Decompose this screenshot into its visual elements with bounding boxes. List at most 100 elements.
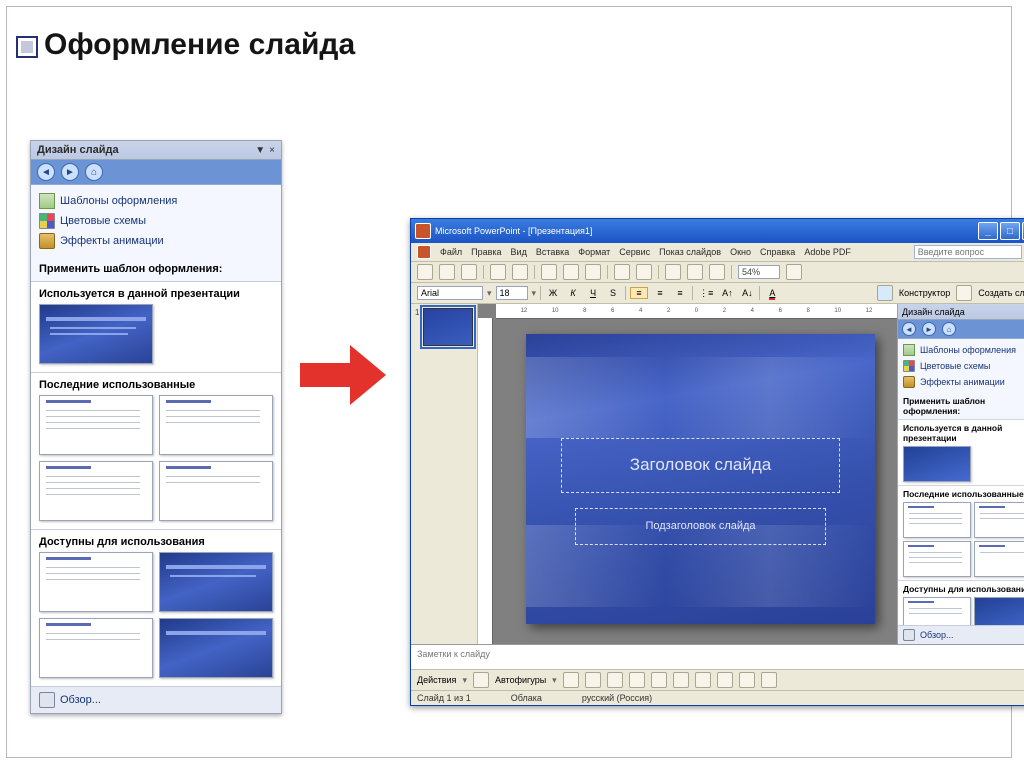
menu-insert[interactable]: Вставка [536, 247, 569, 257]
redo-icon[interactable] [636, 264, 652, 280]
align-right-button[interactable]: ≡ [672, 288, 688, 298]
template-thumb[interactable] [974, 597, 1024, 625]
template-thumb[interactable] [159, 618, 273, 678]
save-icon[interactable] [461, 264, 477, 280]
select-icon[interactable] [473, 672, 489, 688]
increase-font-button[interactable]: A↑ [719, 288, 735, 298]
menu-format[interactable]: Формат [578, 247, 610, 257]
minimize-button[interactable]: _ [978, 222, 998, 240]
align-left-button[interactable]: ≡ [630, 287, 648, 299]
help-search-input[interactable] [914, 245, 1022, 259]
undo-icon[interactable] [614, 264, 630, 280]
bold-button[interactable]: Ж [545, 288, 561, 298]
menu-edit[interactable]: Правка [471, 247, 501, 257]
decrease-font-button[interactable]: A↓ [739, 288, 755, 298]
link-colors[interactable]: Цветовые схемы [39, 211, 273, 231]
template-thumb[interactable] [39, 304, 153, 364]
menu-window[interactable]: Окно [730, 247, 751, 257]
template-thumb[interactable] [903, 446, 971, 482]
tp-link-effects[interactable]: Эффекты анимации [903, 374, 1024, 390]
template-thumb[interactable] [903, 541, 971, 577]
template-thumb[interactable] [39, 618, 153, 678]
bullets-button[interactable]: ⋮≡ [697, 288, 715, 299]
open-icon[interactable] [439, 264, 455, 280]
notes-pane[interactable]: Заметки к слайду [411, 644, 1024, 669]
slide-canvas[interactable]: Заголовок слайда Подзаголовок слайда [526, 334, 875, 624]
menu-help[interactable]: Справка [760, 247, 795, 257]
fontsize-select[interactable]: 18 [496, 286, 528, 300]
line-icon[interactable] [563, 672, 579, 688]
template-thumb[interactable] [159, 395, 273, 455]
tp-browse-link[interactable]: Обзор... [898, 625, 1024, 644]
template-thumb[interactable] [974, 502, 1024, 538]
textbox-icon[interactable] [651, 672, 667, 688]
table-icon[interactable] [687, 264, 703, 280]
paste-icon[interactable] [585, 264, 601, 280]
template-thumb[interactable] [903, 502, 971, 538]
menu-file[interactable]: Файл [440, 247, 462, 257]
tp-section-used: Используется в данной презентации [903, 423, 1024, 443]
designer-button[interactable]: Конструктор [899, 288, 950, 298]
preview-icon[interactable] [512, 264, 528, 280]
menu-adobepdf[interactable]: Adobe PDF [804, 247, 851, 257]
menu-slideshow[interactable]: Показ слайдов [659, 247, 721, 257]
actions-menu[interactable]: Действия [417, 675, 456, 685]
section-used-head: Используется в данной презентации [39, 288, 273, 300]
arrow-icon[interactable] [585, 672, 601, 688]
wordart-icon[interactable] [673, 672, 689, 688]
fontcolor-button[interactable]: A [764, 288, 780, 298]
slide-thumbnail[interactable] [423, 308, 473, 346]
template-thumb[interactable] [159, 552, 273, 612]
browse-label: Обзор... [60, 694, 101, 706]
nav-back-icon[interactable]: ◄ [37, 163, 55, 181]
tp-fwd-icon[interactable]: ► [922, 322, 936, 336]
clipart-icon[interactable] [695, 672, 711, 688]
tp-back-icon[interactable]: ◄ [902, 322, 916, 336]
align-center-button[interactable]: ≡ [652, 288, 668, 298]
tp-link-colors-label: Цветовые схемы [920, 361, 990, 371]
copy-icon[interactable] [563, 264, 579, 280]
browse-link[interactable]: Обзор... [31, 686, 281, 713]
italic-button[interactable]: К [565, 288, 581, 298]
link-templates[interactable]: Шаблоны оформления [39, 191, 273, 211]
new-icon[interactable] [417, 264, 433, 280]
template-thumb[interactable] [903, 597, 971, 625]
subtitle-placeholder[interactable]: Подзаголовок слайда [575, 508, 826, 545]
template-thumb[interactable] [159, 461, 273, 521]
title-placeholder[interactable]: Заголовок слайда [561, 438, 840, 492]
fillcolor-icon[interactable] [717, 672, 733, 688]
menu-tools[interactable]: Сервис [619, 247, 650, 257]
maximize-button[interactable]: □ [1000, 222, 1020, 240]
template-thumb[interactable] [39, 395, 153, 455]
print-icon[interactable] [490, 264, 506, 280]
underline-button[interactable]: Ч [585, 288, 601, 298]
newslide-button[interactable]: Создать слайд [978, 288, 1024, 298]
nav-forward-icon[interactable]: ► [61, 163, 79, 181]
tp-link-colors[interactable]: Цветовые схемы [903, 358, 1024, 374]
titlebar[interactable]: Microsoft PowerPoint - [Презентация1] _ … [411, 219, 1024, 243]
link-effects[interactable]: Эффекты анимации [39, 231, 273, 251]
autoshapes-menu[interactable]: Автофигуры [495, 675, 546, 685]
tp-link-effects-label: Эффекты анимации [920, 377, 1005, 387]
help-icon[interactable] [786, 264, 802, 280]
font-select[interactable]: Arial [417, 286, 483, 300]
taskpane-title: Дизайн слайда [37, 144, 119, 156]
template-thumb[interactable] [39, 552, 153, 612]
menu-view[interactable]: Вид [511, 247, 527, 257]
fontcolor-icon[interactable] [761, 672, 777, 688]
oval-icon[interactable] [629, 672, 645, 688]
zoom-select[interactable]: 54% [738, 265, 780, 279]
template-thumb[interactable] [39, 461, 153, 521]
cut-icon[interactable] [541, 264, 557, 280]
taskpane-close-icon[interactable]: × [269, 145, 275, 156]
hyperlink-icon[interactable] [709, 264, 725, 280]
tp-home-icon[interactable]: ⌂ [942, 322, 956, 336]
linecolor-icon[interactable] [739, 672, 755, 688]
nav-home-icon[interactable]: ⌂ [85, 163, 103, 181]
template-thumb[interactable] [974, 541, 1024, 577]
tp-link-templates[interactable]: Шаблоны оформления [903, 342, 1024, 358]
shadow-button[interactable]: S [605, 288, 621, 298]
taskpane-dropdown-icon[interactable]: ▼ [255, 145, 265, 156]
chart-icon[interactable] [665, 264, 681, 280]
rect-icon[interactable] [607, 672, 623, 688]
